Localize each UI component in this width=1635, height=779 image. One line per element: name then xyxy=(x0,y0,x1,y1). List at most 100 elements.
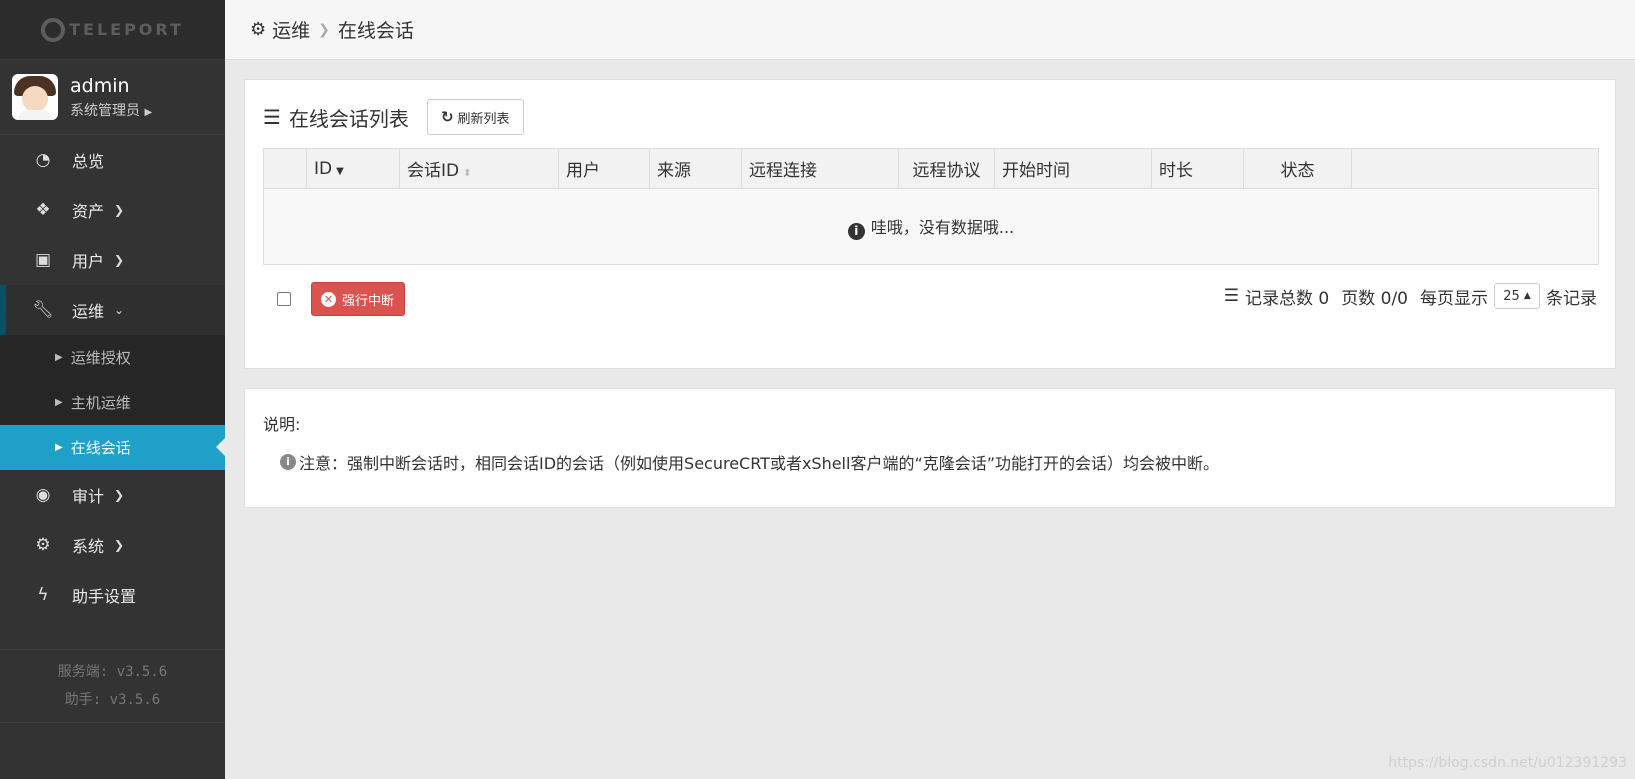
force-kill-button[interactable]: ✕ 强行中断 xyxy=(311,282,406,316)
avatar xyxy=(12,74,58,120)
close-circle-icon: ✕ xyxy=(321,291,336,307)
gear-icon: ⚙ xyxy=(35,535,51,555)
breadcrumb-parent[interactable]: 运维 xyxy=(272,16,310,43)
list-title-text: 在线会话列表 xyxy=(288,106,409,131)
nav-item-assist-settings[interactable]: ϟ 助手设置 xyxy=(0,570,225,620)
col-actions xyxy=(1351,148,1599,189)
nav-item-users[interactable]: ▣ 用户 ❯ xyxy=(0,235,225,285)
sort-desc-icon: ▼ xyxy=(336,165,344,177)
refresh-label: 刷新列表 xyxy=(457,111,510,127)
page-size-value: 25 xyxy=(1503,288,1520,304)
info-icon: i xyxy=(280,454,296,470)
col-user: 用户 xyxy=(558,148,650,189)
refresh-list-button[interactable]: ↻ 刷新列表 xyxy=(426,99,524,135)
breadcrumb-current: 在线会话 xyxy=(337,20,414,42)
nav-item-system[interactable]: ⚙ 系统 ❯ xyxy=(0,520,225,570)
nav-label: 用户 xyxy=(72,252,105,271)
nav-item-ops[interactable]: 🔧︎ 运维 ⌄ xyxy=(0,285,225,335)
user-role-label: 系统管理员 xyxy=(70,102,140,119)
watermark: https://blog.csdn.net/u012391293 xyxy=(1388,755,1627,771)
chevron-right-icon: ❯ xyxy=(114,538,125,552)
nav-label: 系统 xyxy=(72,537,105,556)
note-text: i 注意：强制中断会话时，相同会话ID的会话（例如使用SecureCRT或者xS… xyxy=(280,450,1219,474)
chevron-right-icon: ❯ xyxy=(114,253,125,267)
cubes-icon: ❖ xyxy=(35,200,51,220)
user-role-link[interactable]: 系统管理员 ▶ xyxy=(70,100,152,120)
table-header-row: ID ▼ 会话ID ⬍ 用户 来源 远程连接 远程协议 开始时间 时长 状态 xyxy=(263,148,1599,189)
eye-icon: ◉ xyxy=(35,485,51,505)
empty-row: i 哇哦，没有数据哦... xyxy=(263,188,1599,265)
per-page-label: 每页显示 xyxy=(1420,288,1488,309)
sub-item-label: 在线会话 xyxy=(70,439,131,457)
col-duration: 时长 xyxy=(1151,148,1244,189)
list-icon: ☰ xyxy=(1223,286,1239,306)
bolt-icon: ϟ xyxy=(37,585,49,605)
breadcrumb-separator-icon: ❯ xyxy=(318,21,330,38)
caret-right-icon: ▶ xyxy=(55,442,63,453)
col-remote-conn: 远程连接 xyxy=(741,148,899,189)
logo-ring-icon xyxy=(41,17,66,42)
note-panel: 说明: i 注意：强制中断会话时，相同会话ID的会话（例如使用SecureCRT… xyxy=(244,388,1616,508)
list-header: ☰ 在线会话列表 ↻ 刷新列表 xyxy=(263,99,524,135)
nav-item-overview[interactable]: ◔ 总览 xyxy=(0,135,225,185)
user-box: admin 系统管理员 ▶ xyxy=(0,60,225,135)
col-status: 状态 xyxy=(1243,148,1352,189)
wrench-icon: 🔧︎ xyxy=(32,300,54,320)
caret-right-icon: ▶ xyxy=(144,106,153,118)
caret-right-icon: ▶ xyxy=(55,352,63,363)
sub-item-host-ops[interactable]: ▶ 主机运维 xyxy=(0,380,225,425)
kill-label: 强行中断 xyxy=(342,293,395,309)
page-count: 页数 0/0 xyxy=(1341,288,1408,309)
sessions-table: ID ▼ 会话ID ⬍ 用户 来源 远程连接 远程协议 开始时间 时长 状态 i 哇哦… xyxy=(263,148,1599,265)
empty-message: i 哇哦，没有数据哦... xyxy=(263,188,1599,265)
nav-label: 审计 xyxy=(72,487,105,506)
col-select xyxy=(263,148,307,189)
list-icon: ☰ xyxy=(263,105,281,129)
col-protocol: 远程协议 xyxy=(898,148,995,189)
nav-item-assets[interactable]: ❖ 资产 ❯ xyxy=(0,185,225,235)
sort-icon: ⬍ xyxy=(463,168,472,179)
pagination: ☰ 记录总数 0 页数 0/0 每页显示 25 ▲ 条记录 xyxy=(1224,283,1597,309)
teleport-logo: TELEPORT xyxy=(0,0,225,60)
nav-label: 总览 xyxy=(72,152,105,171)
gears-icon: ⚙ xyxy=(250,19,267,40)
col-session-id[interactable]: 会话ID ⬍ xyxy=(399,148,559,189)
breadcrumb: ⚙ 运维 ❯ 在线会话 xyxy=(225,0,1635,60)
select-all-checkbox[interactable] xyxy=(277,292,291,306)
assist-version: 助手: v3.5.6 xyxy=(64,692,161,708)
sidebar: TELEPORT admin 系统管理员 ▶ ◔ 总览 ❖ 资产 ❯ ▣ 用户 … xyxy=(0,0,225,779)
sub-item-online-sessions[interactable]: ▶ 在线会话 xyxy=(0,425,225,470)
ops-submenu: ▶ 运维授权 ▶ 主机运维 ▶ 在线会话 xyxy=(0,335,225,470)
address-book-icon: ▣ xyxy=(34,250,52,270)
nav-label: 运维 xyxy=(72,302,105,321)
empty-message-text: 哇哦，没有数据哦... xyxy=(870,217,1015,237)
page-size-select[interactable]: 25 ▲ xyxy=(1494,283,1540,309)
caret-right-icon: ▶ xyxy=(55,397,63,408)
logo-text: TELEPORT xyxy=(69,20,184,39)
note-text-content: 注意：强制中断会话时，相同会话ID的会话（例如使用SecureCRT或者xShe… xyxy=(299,454,1220,473)
nav-label: 资产 xyxy=(72,202,105,221)
col-id[interactable]: ID ▼ xyxy=(306,148,400,189)
chevron-down-icon: ⌄ xyxy=(114,303,125,317)
user-name: admin xyxy=(70,74,130,97)
total-records: 记录总数 0 xyxy=(1245,288,1330,309)
col-start-time: 开始时间 xyxy=(994,148,1152,189)
server-version: 服务端: v3.5.6 xyxy=(57,664,168,680)
version-info: 服务端: v3.5.6 助手: v3.5.6 xyxy=(0,649,225,723)
session-list-panel: ☰ 在线会话列表 ↻ 刷新列表 ID ▼ 会话ID ⬍ 用户 来源 远程连接 远程协… xyxy=(244,79,1616,369)
sub-item-ops-auth[interactable]: ▶ 运维授权 xyxy=(0,335,225,380)
chevron-right-icon: ❯ xyxy=(114,203,125,217)
sub-item-label: 运维授权 xyxy=(70,349,131,367)
nav-label: 助手设置 xyxy=(72,587,137,606)
nav-item-audit[interactable]: ◉ 审计 ❯ xyxy=(0,470,225,520)
refresh-icon: ↻ xyxy=(440,108,454,126)
dashboard-icon: ◔ xyxy=(35,150,51,170)
user-info: admin 系统管理员 ▶ xyxy=(70,75,152,120)
chevron-right-icon: ❯ xyxy=(114,488,125,502)
col-source: 来源 xyxy=(649,148,742,189)
page-title: ☰ 在线会话列表 xyxy=(263,103,409,132)
sub-item-label: 主机运维 xyxy=(70,394,131,412)
caret-up-icon: ▲ xyxy=(1523,291,1531,301)
note-title: 说明: xyxy=(263,415,301,434)
records-suffix: 条记录 xyxy=(1546,288,1597,309)
